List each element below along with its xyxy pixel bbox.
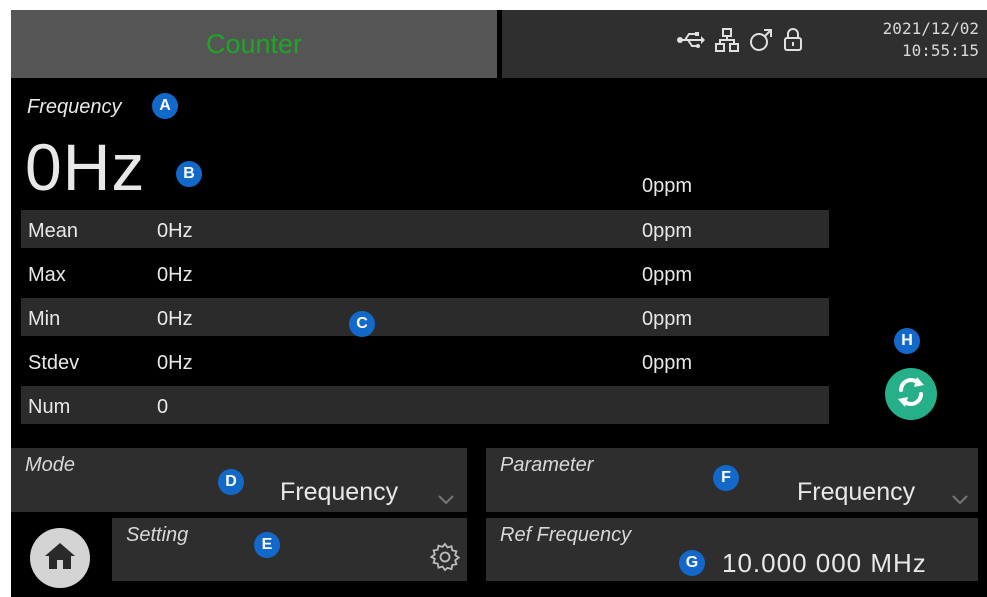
callout-e: E bbox=[254, 532, 280, 558]
statistics-table: Mean 0Hz 0ppm Max 0Hz 0ppm Min 0Hz 0ppm … bbox=[21, 210, 829, 430]
callout-d: D bbox=[218, 469, 244, 495]
status-area: 2021/12/02 10:55:15 bbox=[502, 10, 987, 78]
stat-ppm: 0ppm bbox=[642, 220, 693, 242]
home-button[interactable] bbox=[30, 528, 90, 588]
usb-icon bbox=[677, 30, 705, 50]
gear-icon bbox=[429, 542, 461, 577]
parameter-label: Parameter bbox=[500, 454, 594, 476]
status-date: 2021/12/02 bbox=[882, 19, 979, 38]
parameter-value: Frequency bbox=[797, 478, 916, 506]
stat-value: 0Hz bbox=[157, 308, 193, 330]
stat-value: 0 bbox=[157, 396, 169, 418]
stat-row-num: Num 0 bbox=[21, 386, 829, 424]
stat-ppm: 0ppm bbox=[642, 352, 693, 374]
lock-icon bbox=[783, 28, 803, 52]
mode-value: Frequency bbox=[280, 478, 399, 506]
status-time: 10:55:15 bbox=[901, 41, 979, 60]
setting-button[interactable]: Setting bbox=[112, 518, 467, 581]
stat-value: 0Hz bbox=[157, 264, 193, 286]
frequency-label: Frequency bbox=[27, 96, 122, 118]
chevron-down-icon bbox=[952, 492, 968, 510]
chevron-down-icon bbox=[438, 492, 454, 510]
ref-frequency-value: 10.000 000 MHz bbox=[722, 548, 927, 578]
stat-label: Num bbox=[28, 396, 71, 418]
setting-label: Setting bbox=[126, 524, 189, 546]
frequency-ppm: 0ppm bbox=[642, 175, 693, 197]
network-icon bbox=[715, 28, 739, 52]
stat-row-mean: Mean 0Hz 0ppm bbox=[21, 210, 829, 248]
stat-label: Mean bbox=[28, 220, 79, 242]
external-ref-icon bbox=[749, 28, 773, 52]
frequency-value: 0Hz bbox=[25, 130, 146, 204]
ref-frequency-field[interactable]: Ref Frequency 10.000 000 MHz bbox=[486, 518, 978, 581]
ref-frequency-label: Ref Frequency bbox=[500, 524, 632, 546]
title-area: Counter bbox=[11, 10, 497, 78]
stat-label: Min bbox=[28, 308, 61, 330]
counter-screen: Counter 2021/12/02 10:55:15 Frequency A … bbox=[11, 10, 987, 597]
stat-value: 0Hz bbox=[157, 220, 193, 242]
stat-row-min: Min 0Hz 0ppm bbox=[21, 298, 829, 336]
refresh-icon bbox=[893, 374, 929, 415]
page-title: Counter bbox=[205, 28, 303, 59]
stat-label: Stdev bbox=[28, 352, 80, 374]
callout-a: A bbox=[152, 93, 178, 119]
stat-ppm: 0ppm bbox=[642, 264, 693, 286]
stat-row-max: Max 0Hz 0ppm bbox=[21, 254, 829, 292]
title-bar: Counter 2021/12/02 10:55:15 bbox=[11, 10, 987, 78]
callout-f: F bbox=[713, 465, 739, 491]
stat-label: Max bbox=[28, 264, 66, 286]
callout-c: C bbox=[349, 311, 375, 337]
stat-value: 0Hz bbox=[157, 352, 193, 374]
stat-row-stdev: Stdev 0Hz 0ppm bbox=[21, 342, 829, 380]
home-icon bbox=[44, 541, 76, 576]
mode-label: Mode bbox=[25, 454, 76, 476]
callout-b: B bbox=[176, 161, 202, 187]
callout-g: G bbox=[679, 550, 705, 576]
refresh-statistics-button[interactable] bbox=[885, 368, 937, 420]
callout-h: H bbox=[894, 328, 920, 354]
stat-ppm: 0ppm bbox=[642, 308, 693, 330]
